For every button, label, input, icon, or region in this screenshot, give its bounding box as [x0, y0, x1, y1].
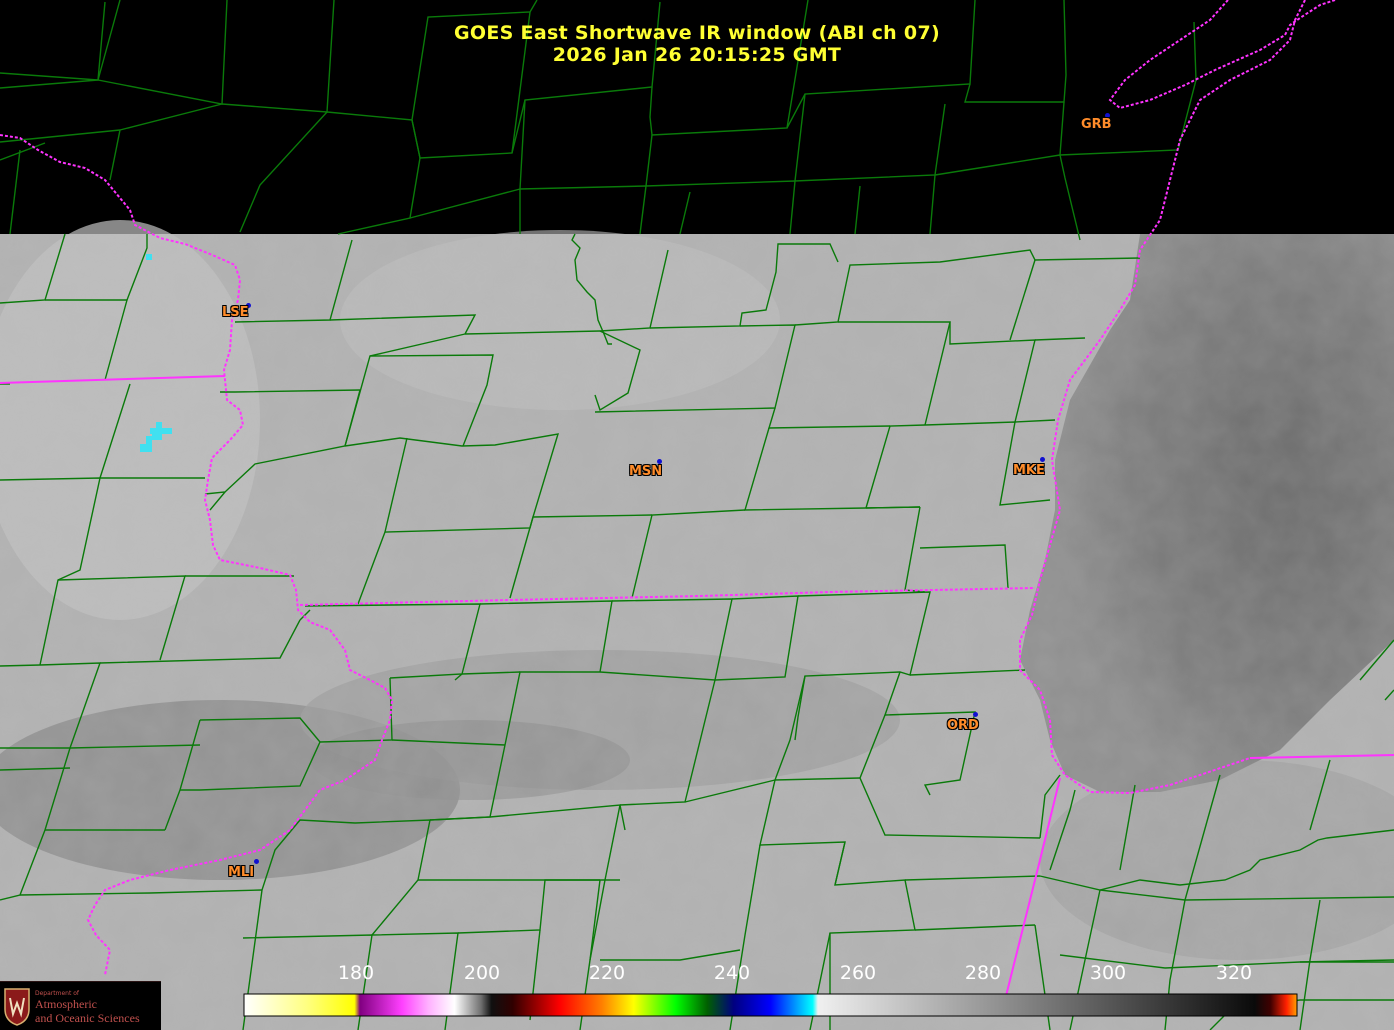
title-line-2: 2026 Jan 26 20:15:25 GMT [552, 44, 842, 66]
station-label-grb: GRB [1081, 117, 1112, 132]
logo-atmospheric: Atmospheric [35, 997, 97, 1011]
station-dot-mke [1040, 457, 1045, 462]
station-label-mli: MLI [228, 865, 255, 880]
station-label-ord: ORD [947, 718, 979, 733]
colorbar-tick-label: 180 [337, 962, 375, 984]
logo-department: Department of [35, 990, 79, 997]
colorbar-tick-label: 300 [1089, 962, 1127, 984]
uw-seal-icon [4, 988, 30, 1026]
satellite-map [0, 0, 1394, 1030]
colorbar-tick-label: 260 [839, 962, 877, 984]
logo-oceanic: and Oceanic Sciences [35, 1011, 140, 1025]
colorbar-tick-label: 200 [463, 962, 501, 984]
colorbar-tick-label: 220 [588, 962, 626, 984]
station-dot-ord [973, 712, 978, 717]
station-label-lse: LSE [222, 305, 249, 320]
satellite-viewer: GOES East Shortwave IR window (ABI ch 07… [0, 0, 1394, 1030]
station-label-mke: MKE [1013, 463, 1045, 478]
colorbar [243, 993, 1298, 1017]
colorbar-tick-label: 240 [713, 962, 751, 984]
colorbar-tick-label: 280 [964, 962, 1002, 984]
aos-logo: Department of Atmospheric and Oceanic Sc… [0, 981, 161, 1030]
station-dot-mli [254, 859, 259, 864]
station-label-msn: MSN [629, 464, 663, 479]
colorbar-tick-label: 320 [1215, 962, 1253, 984]
title-line-1: GOES East Shortwave IR window (ABI ch 07… [454, 22, 940, 44]
